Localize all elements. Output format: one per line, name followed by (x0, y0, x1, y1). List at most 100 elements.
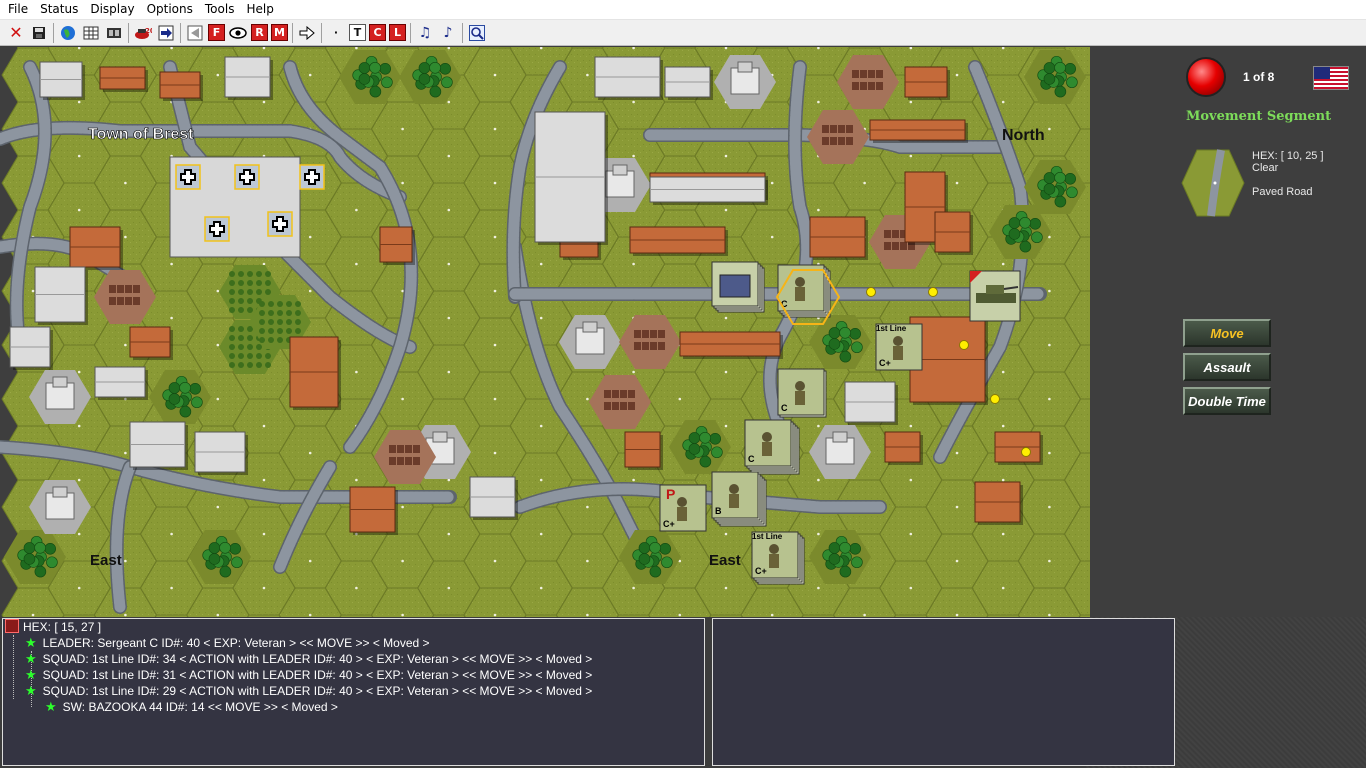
hex-center-dot (262, 478, 266, 482)
eye-icon[interactable] (228, 23, 248, 43)
unit-row-squad[interactable]: ★ SQUAD: 1st Line ID#: 34 < ACTION with L… (25, 651, 592, 667)
hex-center-dot (863, 613, 866, 617)
search-icon[interactable] (467, 23, 487, 43)
save-icon[interactable] (29, 23, 49, 43)
arrow-icon[interactable] (297, 23, 317, 43)
hex-center-dot (1048, 451, 1051, 455)
double-time-button[interactable]: Double Time (1183, 387, 1271, 415)
melee-icon[interactable]: M (271, 24, 288, 41)
radio-counter[interactable] (711, 261, 765, 313)
brick-building (679, 331, 783, 359)
us-unit-counter[interactable]: C (777, 264, 831, 318)
menu-help[interactable]: Help (240, 0, 279, 19)
svg-text:C: C (748, 454, 755, 464)
hex-center-dot (493, 289, 497, 293)
menu-tools[interactable]: Tools (199, 0, 241, 19)
assault-button[interactable]: Assault (1183, 353, 1271, 381)
hex-center-dot (447, 586, 451, 590)
menu-options[interactable]: Options (141, 0, 199, 19)
hex-center-dot (1001, 478, 1005, 482)
unit-row-squad[interactable]: ★ SQUAD: 1st Line ID#: 31 < ACTION with L… (25, 667, 592, 683)
german-unit-counter[interactable] (234, 164, 260, 190)
hex-map[interactable]: C C C B C+ C+ C+ 1st Line 1st Line P Town of Bres… (0, 47, 1090, 617)
unit-row-squad[interactable]: ★ SQUAD: 1st Line ID#: 29 < ACTION with L… (25, 683, 592, 699)
unit-text: SQUAD: 1st Line ID#: 31 < ACTION with LE… (42, 668, 593, 682)
fire-mode-icon[interactable]: F (208, 24, 225, 41)
unit-text: SQUAD: 1st Line ID#: 34 < ACTION with LE… (42, 652, 593, 666)
hex-road: Paved Road (1252, 186, 1313, 198)
hex-center-dot (863, 181, 866, 185)
move-button[interactable]: Move (1183, 319, 1271, 347)
contour-icon[interactable]: C (369, 24, 386, 41)
game-map[interactable]: C C C B C+ C+ C+ 1st Line 1st Line P Town of Bres… (0, 47, 1366, 617)
film-icon[interactable] (104, 23, 124, 43)
hex-center-dot (724, 586, 728, 590)
brick-building (994, 431, 1043, 465)
hex-center-dot (355, 208, 358, 212)
menu-file[interactable]: File (2, 0, 34, 19)
hex-center-dot (216, 289, 220, 293)
hex-center-dot (493, 73, 497, 77)
end-phase-button[interactable] (1186, 57, 1226, 97)
counter-label: 1st Line (752, 532, 783, 541)
text-icon[interactable]: T (349, 24, 366, 41)
hex-center-dot (724, 316, 728, 320)
unit-row-weapon[interactable]: ★ SW: BAZOOKA 44 ID#: 14 << MOVE >> < Mov… (45, 699, 338, 715)
hex-center-dot (817, 100, 820, 104)
hex-center-dot (447, 208, 451, 212)
next-unit-icon[interactable] (156, 23, 176, 43)
german-unit-counter[interactable] (204, 216, 230, 242)
label-icon[interactable]: L (389, 24, 406, 41)
hex-center-dot (170, 262, 173, 266)
rout-icon[interactable]: R (251, 24, 268, 41)
hex-center-dot (1048, 397, 1051, 401)
german-unit-counter[interactable] (267, 211, 293, 237)
grid-icon[interactable] (81, 23, 101, 43)
german-unit-counter[interactable] (175, 164, 201, 190)
menu-status[interactable]: Status (34, 0, 84, 19)
tank-counter[interactable] (969, 270, 1021, 322)
music-note-icon[interactable]: ♫ (415, 23, 435, 43)
brick-building (974, 481, 1023, 525)
hex-center-dot (586, 73, 589, 77)
hex-terrain: Clear (1252, 162, 1279, 174)
hex-center-dot (955, 451, 959, 455)
map-label-north: North (1002, 127, 1045, 144)
us-unit-counter[interactable]: C (744, 419, 800, 475)
menu-display[interactable]: Display (84, 0, 140, 19)
hex-center-dot (586, 505, 589, 509)
hex-center-dot (1001, 586, 1005, 590)
music-icon[interactable]: ♪ (438, 23, 458, 43)
hex-center-dot (124, 451, 127, 455)
hex-center-dot (447, 154, 451, 158)
close-icon[interactable]: ✕ (6, 23, 26, 43)
unit-row-leader[interactable]: ★ LEADER: Sergeant C ID#: 40 < EXP: Veter… (25, 635, 430, 651)
fire-icon[interactable]: 20 (133, 23, 153, 43)
hex-center-dot (909, 154, 913, 158)
brick-building (99, 66, 148, 92)
dot-icon[interactable]: · (326, 23, 346, 43)
map-label-town: Town of Brest (88, 126, 194, 143)
counter-label: P (666, 486, 675, 502)
svg-text:C+: C+ (879, 358, 891, 368)
hex-center-dot (539, 262, 543, 266)
hex-info: HEX: [ 10, 25 ] Clear Paved Road (1252, 150, 1324, 198)
toolbar-separator (462, 22, 463, 43)
stone-building (34, 266, 88, 325)
star-icon: ★ (25, 683, 37, 698)
prev-icon[interactable] (185, 23, 205, 43)
hex-center-dot (262, 586, 266, 590)
us-unit-counter[interactable]: C (777, 368, 827, 418)
star-icon: ★ (25, 635, 37, 650)
hex-center-dot (493, 343, 497, 347)
globe-icon[interactable] (58, 23, 78, 43)
hex-center-dot (1001, 262, 1005, 266)
map-label-east: East (90, 552, 122, 569)
hex-center-dot (770, 613, 774, 617)
german-unit-counter[interactable] (299, 164, 325, 190)
move-path-dot (928, 287, 938, 297)
hex-center-dot (447, 100, 451, 104)
hex-center-dot (401, 181, 404, 185)
us-unit-counter[interactable]: B (711, 471, 767, 527)
secondary-info-panel (712, 618, 1175, 766)
